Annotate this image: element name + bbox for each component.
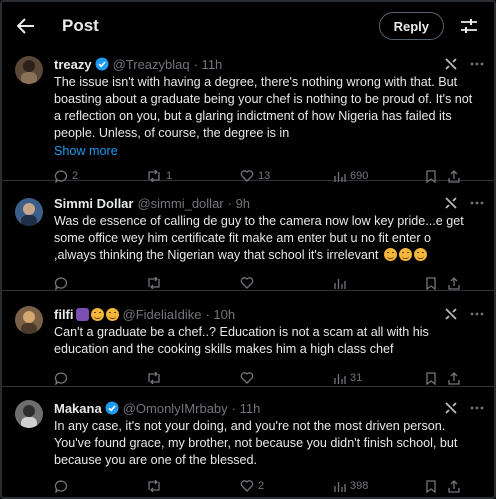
more-icon[interactable] (470, 201, 484, 205)
reply-icon (54, 479, 68, 493)
tweet-meta: Makana @OmonlyIMrbaby · 11h (54, 399, 484, 417)
repost-icon (146, 372, 162, 384)
author-handle[interactable]: @Treazyblaq (113, 57, 190, 72)
author-handle[interactable]: @simmi_dollar (137, 196, 223, 211)
action-bar: 31 (54, 367, 484, 389)
tweet-meta: filfi @FideliaIdike · 10h (54, 305, 484, 323)
views-chart-icon (334, 277, 346, 289)
verified-badge-icon (95, 57, 109, 71)
views-action[interactable]: 398 (334, 480, 426, 492)
repost-icon (146, 480, 162, 492)
author-handle[interactable]: @FideliaIdike (123, 307, 202, 322)
tweet-line: In any case, it's not your doing, and yo… (54, 419, 446, 433)
reply-action[interactable] (54, 276, 146, 290)
views-action[interactable] (334, 277, 426, 289)
relieved-emoji-icon (413, 248, 427, 261)
like-action[interactable] (240, 372, 334, 384)
tweet-meta: treazy @Treazyblaq · 11h (54, 55, 484, 73)
smiling-face-emoji-icon (90, 307, 104, 321)
header: Post Reply (2, 2, 494, 50)
tweet-line: some office wey him certificate fit make… (54, 231, 432, 245)
views-count: 398 (350, 480, 369, 492)
more-icon[interactable] (470, 312, 484, 316)
back-arrow-icon[interactable] (12, 12, 40, 40)
tweet-line-text: ,always thinking the Nigerian way that s… (54, 248, 379, 262)
reply-action[interactable] (54, 479, 146, 493)
tweet-line: boasting about a graduate being your che… (54, 92, 473, 106)
show-more-link[interactable]: Show more (54, 143, 484, 160)
tweet[interactable]: treazy @Treazyblaq · 11h The issue isn't… (2, 50, 494, 183)
tweet[interactable]: Makana @OmonlyIMrbaby · 11h In any case,… (2, 387, 494, 497)
author-name[interactable]: filfi (54, 307, 74, 322)
smiling-face-emoji-icon (105, 307, 119, 321)
heart-icon (240, 480, 254, 492)
tweet-text: Was de essence of calling de guy to the … (54, 213, 484, 264)
heart-icon (240, 277, 254, 289)
relieved-emoji-icon (383, 248, 397, 261)
more-icon[interactable] (470, 406, 484, 410)
relieved-emoji-icon (398, 248, 412, 261)
views-action[interactable]: 31 (334, 372, 426, 384)
avatar[interactable] (15, 306, 43, 334)
heart-icon (240, 372, 254, 384)
tweet-meta: Simmi Dollar @simmi_dollar · 9h (54, 194, 484, 212)
virgo-emoji-icon (75, 307, 89, 321)
grok-icon[interactable] (444, 401, 458, 415)
avatar[interactable] (15, 198, 43, 226)
grok-icon[interactable] (444, 307, 458, 321)
like-count: 2 (258, 480, 265, 492)
tweet-line: You've found grace, my brother, not beca… (54, 436, 458, 450)
more-icon[interactable] (470, 62, 484, 66)
tweet-line: Can't a graduate be a chef..? Education … (54, 325, 429, 339)
post-time: · 11h (193, 56, 223, 72)
sliders-icon[interactable] (456, 13, 482, 39)
like-action[interactable]: 2 (240, 480, 334, 492)
tweet-line: because you are one of the blessed. (54, 453, 258, 467)
like-action[interactable] (240, 277, 334, 289)
tweet[interactable]: Simmi Dollar @simmi_dollar · 9h Was de e… (2, 181, 494, 291)
action-bar: 2 398 (54, 475, 484, 497)
page-title: Post (62, 16, 99, 35)
tweet-text: Can't a graduate be a chef..? Education … (54, 324, 484, 358)
tweet-line: education and the cooking skills makes h… (54, 342, 394, 356)
tweet-line: Was de essence of calling de guy to the … (54, 214, 464, 228)
post-window: Post Reply treazy @Treazyblaq · 11h The … (0, 0, 496, 499)
tweet-text: The issue isn't with having a degree, th… (54, 74, 484, 142)
reply-action[interactable] (54, 371, 146, 385)
repost-icon (146, 277, 162, 289)
avatar[interactable] (15, 400, 43, 428)
author-name[interactable]: Makana (54, 401, 102, 416)
tweet-line: people. Unless, of course, the degree is… (54, 126, 290, 140)
repost-action[interactable] (146, 277, 240, 289)
post-time: · 11h (231, 400, 261, 416)
reply-icon (54, 371, 68, 385)
repost-action[interactable] (146, 480, 240, 492)
views-chart-icon (334, 372, 346, 384)
tweet-line: ,always thinking the Nigerian way that s… (54, 247, 484, 264)
author-name[interactable]: treazy (54, 57, 92, 72)
tweet-line: The issue isn't with having a degree, th… (54, 75, 458, 89)
verified-badge-icon (105, 401, 119, 415)
share-icon[interactable] (448, 479, 460, 493)
tweet-line: a reflection on you, but a glaring indic… (54, 109, 452, 123)
share-icon[interactable] (448, 371, 460, 385)
post-time: · 9h (227, 195, 251, 211)
reply-button[interactable]: Reply (378, 12, 444, 40)
author-name[interactable]: Simmi Dollar (54, 196, 133, 211)
share-icon[interactable] (448, 276, 460, 290)
tweet[interactable]: filfi @FideliaIdike · 10h Can't a gradua… (2, 291, 494, 387)
reply-icon (54, 276, 68, 290)
repost-action[interactable] (146, 372, 240, 384)
views-count: 31 (350, 372, 363, 384)
avatar[interactable] (15, 56, 43, 84)
bookmark-icon[interactable] (426, 276, 448, 290)
tweet-text: In any case, it's not your doing, and yo… (54, 418, 484, 469)
views-chart-icon (334, 480, 346, 492)
bookmark-icon[interactable] (426, 479, 448, 493)
author-handle[interactable]: @OmonlyIMrbaby (123, 401, 228, 416)
grok-icon[interactable] (444, 196, 458, 210)
post-time: · 10h (205, 306, 236, 322)
grok-icon[interactable] (444, 57, 458, 71)
bookmark-icon[interactable] (426, 371, 448, 385)
